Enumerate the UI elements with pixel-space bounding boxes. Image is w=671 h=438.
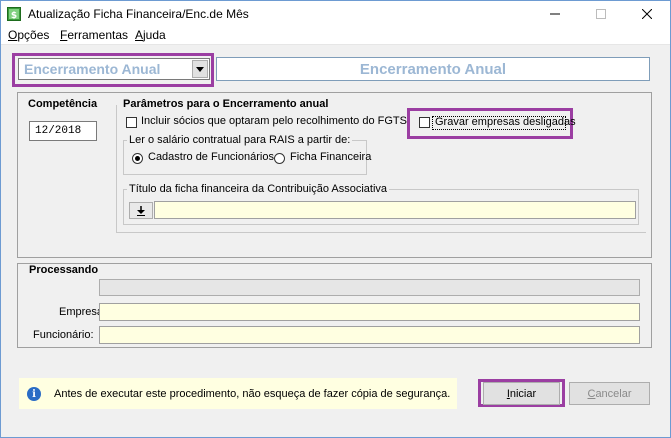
download-arrow-icon <box>137 205 145 216</box>
header-banner: Encerramento Anual <box>216 57 650 81</box>
cancelar-label: ancelar <box>595 387 632 400</box>
menu-ajuda[interactable]: Ajuda <box>135 28 166 42</box>
competencia-group: Competência 12/2018 <box>24 98 103 143</box>
main-window: $ Atualização Ficha Financeira/Enc.de Mê… <box>0 0 671 438</box>
radio-cadastro-funcionarios[interactable] <box>132 153 143 164</box>
menu-ajuda-label: juda <box>143 28 166 42</box>
processando-label: Processando <box>29 264 99 276</box>
chevron-down-icon <box>196 66 204 72</box>
iniciar-label: niciar <box>509 387 537 400</box>
competencia-input[interactable]: 12/2018 <box>29 121 97 141</box>
radio-ficha-label: Ficha Financeira <box>290 151 372 163</box>
maximize-button[interactable] <box>578 1 624 27</box>
minimize-icon <box>550 13 560 15</box>
window-title: Atualização Ficha Financeira/Enc.de Mês <box>28 7 249 21</box>
info-icon: i <box>27 387 41 401</box>
rais-group: Ler o salário contratual para RAIS a par… <box>123 134 371 175</box>
gravar-empresas-checkbox[interactable] <box>419 117 430 128</box>
titulo-ficha-input[interactable] <box>154 201 636 219</box>
cancelar-accel: C <box>587 387 596 400</box>
titulo-ficha-label: Título da ficha financeira da Contribuiç… <box>127 183 390 195</box>
close-icon <box>642 9 652 19</box>
maximize-icon <box>596 9 606 19</box>
process-select-value: Encerramento Anual <box>24 61 161 77</box>
process-select[interactable]: Encerramento Anual <box>18 58 210 80</box>
menu-ajuda-accel: A <box>135 28 144 42</box>
funcionario-label: Funcionário: <box>33 329 94 341</box>
iniciar-button[interactable]: Iniciar <box>483 382 560 405</box>
gravar-empresas-label: Gravar empresas desligadas <box>435 116 576 128</box>
close-button[interactable] <box>624 1 670 27</box>
cancelar-button[interactable]: Cancelar <box>569 382 650 405</box>
header-title: Encerramento Anual <box>359 60 507 78</box>
progress-bar <box>99 279 640 296</box>
minimize-button[interactable] <box>532 1 578 27</box>
parametros-label: Parâmetros para o Encerramento anual <box>121 98 331 110</box>
menu-opcoes[interactable]: Opções <box>8 28 49 42</box>
menu-ferramentas-label: erramentas <box>67 28 129 42</box>
svg-text:$: $ <box>11 11 17 21</box>
rais-label: Ler o salário contratual para RAIS a par… <box>127 134 353 146</box>
titulo-ficha-button[interactable] <box>129 202 153 219</box>
menu-bar: Opções Ferramentas Ajuda <box>1 27 670 45</box>
radio-ficha-financeira[interactable] <box>274 153 285 164</box>
menu-ferramentas[interactable]: Ferramentas <box>60 28 128 42</box>
menu-opcoes-label: pções <box>17 28 50 42</box>
empresa-field[interactable] <box>99 303 640 321</box>
radio-cadastro-label: Cadastro de Funcionários <box>148 151 274 163</box>
dropdown-button[interactable] <box>192 60 208 78</box>
incluir-socios-checkbox[interactable] <box>126 117 137 128</box>
funcionario-field[interactable] <box>99 326 640 344</box>
info-bar: i Antes de executar este procedimento, n… <box>19 378 457 409</box>
info-text: Antes de executar este procedimento, não… <box>54 388 451 400</box>
titulo-ficha-group: Título da ficha financeira da Contribuiç… <box>123 183 639 225</box>
processando-panel: Processando Empresa: Funcionário: <box>17 263 652 348</box>
menu-opcoes-accel: O <box>8 28 18 42</box>
title-bar: $ Atualização Ficha Financeira/Enc.de Mê… <box>1 1 670 27</box>
incluir-socios-label: Incluir sócios que optaram pelo recolhim… <box>141 115 407 127</box>
app-icon: $ <box>7 7 21 21</box>
competencia-label: Competência <box>26 98 100 110</box>
